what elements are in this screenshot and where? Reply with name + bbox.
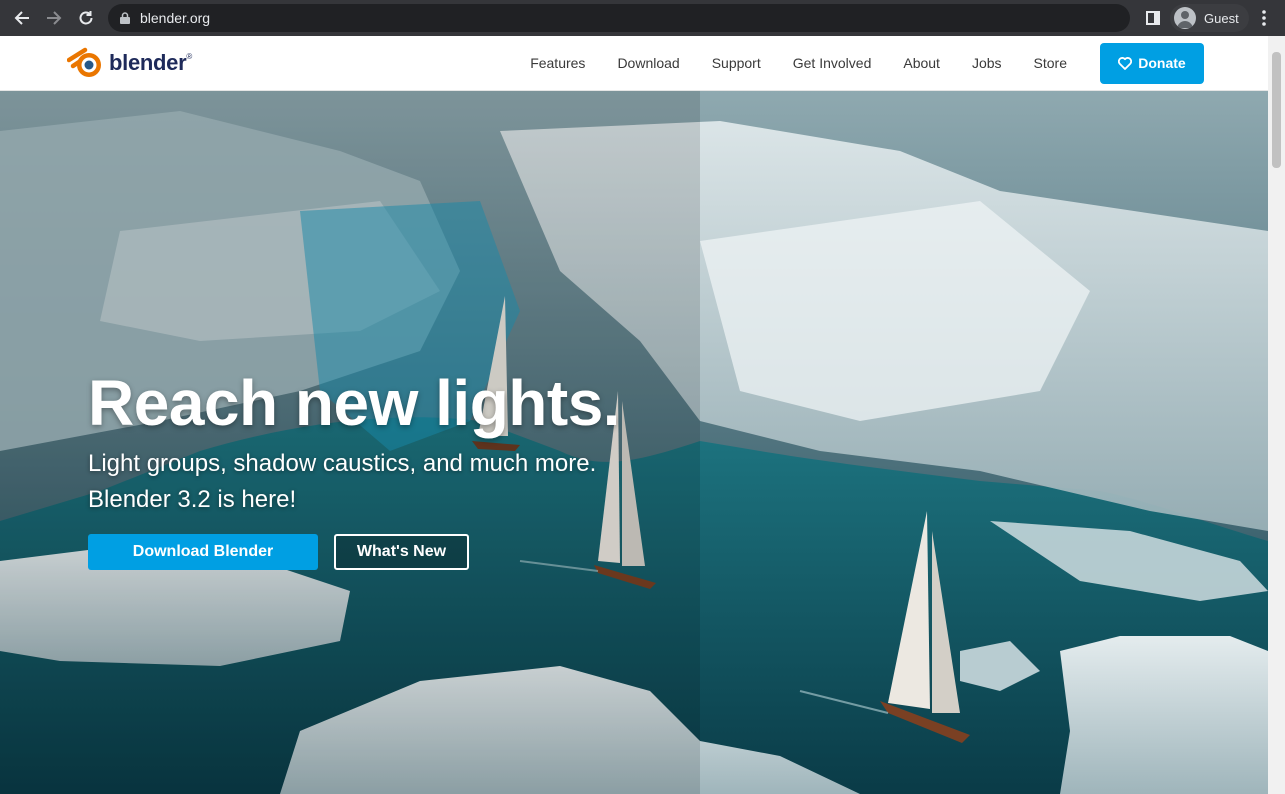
- forward-icon[interactable]: [38, 2, 70, 34]
- reload-icon[interactable]: [70, 2, 102, 34]
- heart-icon: [1118, 56, 1133, 70]
- back-icon[interactable]: [6, 2, 38, 34]
- hero-content: Reach new lights. Light groups, shadow c…: [88, 366, 621, 570]
- blender-logo[interactable]: blender ®: [67, 46, 192, 80]
- site-header: blender ® Features Download Support Get …: [0, 36, 1268, 91]
- scrollbar-thumb[interactable]: [1272, 52, 1281, 168]
- nav-get-involved[interactable]: Get Involved: [793, 55, 872, 71]
- profile-button[interactable]: Guest: [1170, 4, 1249, 32]
- nav-about[interactable]: About: [903, 55, 940, 71]
- donate-button[interactable]: Donate: [1100, 42, 1204, 84]
- donate-label: Donate: [1138, 55, 1186, 71]
- hero-banner: Reach new lights. Light groups, shadow c…: [0, 91, 1268, 794]
- profile-label: Guest: [1204, 10, 1239, 26]
- hero-buttons: Download Blender What's New: [88, 534, 620, 570]
- page-scrollbar[interactable]: [1268, 36, 1285, 794]
- nav-support[interactable]: Support: [712, 55, 761, 71]
- hero-headline: Reach new lights.: [88, 367, 621, 439]
- menu-icon[interactable]: [1254, 6, 1274, 30]
- nav-features[interactable]: Features: [530, 55, 585, 71]
- hero-subtitle: Light groups, shadow caustics, and much …: [88, 446, 620, 518]
- nav-jobs[interactable]: Jobs: [972, 55, 1002, 71]
- hero-subtitle-line-2: Blender 3.2 is here!: [88, 486, 297, 513]
- download-blender-button[interactable]: Download Blender: [88, 534, 318, 570]
- avatar-icon: [1174, 7, 1196, 29]
- address-bar[interactable]: blender.org: [108, 4, 1130, 32]
- browser-toolbar: blender.org Guest: [0, 0, 1285, 36]
- main-nav: Features Download Support Get Involved A…: [498, 42, 1204, 84]
- logo-text: blender: [109, 50, 187, 75]
- blender-logo-icon: [67, 47, 101, 77]
- side-panel-icon[interactable]: [1141, 6, 1165, 30]
- url-text: blender.org: [140, 10, 211, 26]
- nav-download[interactable]: Download: [617, 55, 679, 71]
- nav-store[interactable]: Store: [1034, 55, 1067, 71]
- hero-subtitle-line-1: Light groups, shadow caustics, and much …: [88, 450, 597, 477]
- logo-trademark: ®: [186, 52, 193, 61]
- lock-icon: [120, 12, 130, 24]
- whats-new-button[interactable]: What's New: [334, 534, 469, 570]
